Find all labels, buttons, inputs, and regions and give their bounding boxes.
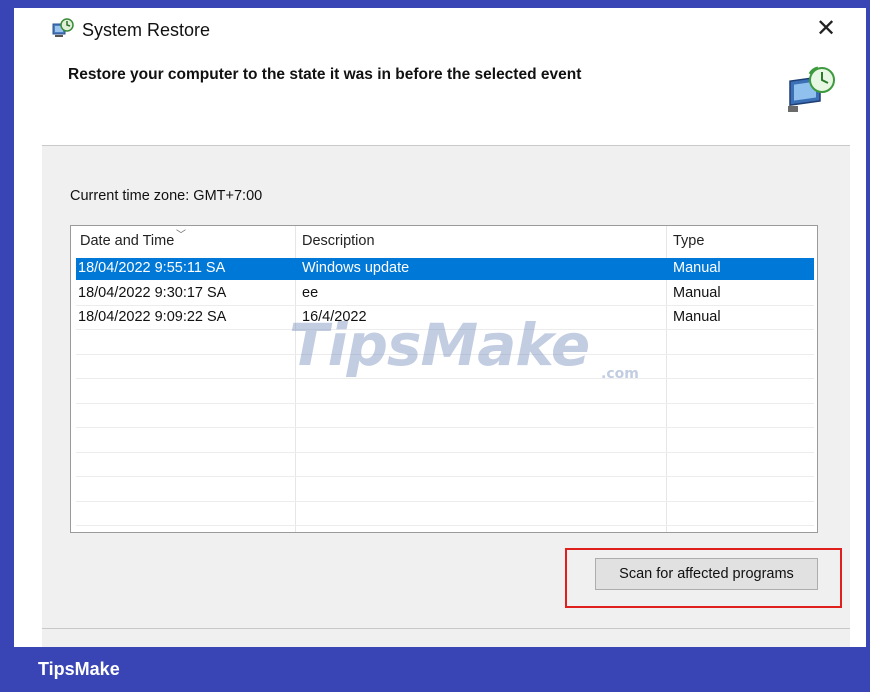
row-type: Manual xyxy=(673,285,721,301)
row-description: Windows update xyxy=(302,260,410,276)
restore-points-panel: Current time zone: GMT+7:00 Date and Tim… xyxy=(42,145,850,647)
column-header-description[interactable]: Description xyxy=(302,233,375,249)
watermark-suffix: .com xyxy=(601,366,639,382)
table-row[interactable]: 18/04/2022 9:55:11 SA Windows update Man… xyxy=(76,258,814,280)
restore-computer-icon xyxy=(788,66,835,112)
row-separator xyxy=(76,501,814,502)
timezone-label: Current time zone: GMT+7:00 xyxy=(70,188,263,204)
row-date: 18/04/2022 9:30:17 SA xyxy=(78,285,227,301)
footer-brand: TipsMake xyxy=(38,659,120,679)
table-row[interactable]: 18/04/2022 9:30:17 SA ee Manual xyxy=(76,283,814,305)
row-date: 18/04/2022 9:55:11 SA xyxy=(78,260,226,276)
row-separator xyxy=(76,305,814,306)
system-restore-window: System Restore ✕ Restore your computer t… xyxy=(14,8,866,647)
column-header-type[interactable]: Type xyxy=(673,233,704,249)
highlight-annotation xyxy=(565,548,842,608)
row-separator xyxy=(76,403,814,404)
row-separator xyxy=(76,525,814,526)
row-separator xyxy=(76,452,814,453)
watermark: TipsMake xyxy=(289,311,590,379)
row-type: Manual xyxy=(673,260,721,276)
frame-right xyxy=(866,0,870,692)
titlebar: System Restore ✕ xyxy=(14,8,866,50)
close-button[interactable]: ✕ xyxy=(814,17,838,42)
row-type: Manual xyxy=(673,309,721,325)
divider xyxy=(42,628,850,629)
restore-points-list[interactable]: Date and Time ﹀ Description Type 18/04/2… xyxy=(70,225,818,533)
frame-left xyxy=(0,0,14,692)
row-date: 18/04/2022 9:09:22 SA xyxy=(78,309,227,325)
sort-descending-icon: ﹀ xyxy=(176,230,186,241)
page-heading: Restore your computer to the state it wa… xyxy=(68,66,582,83)
column-header-date[interactable]: Date and Time xyxy=(80,233,174,249)
system-restore-icon xyxy=(52,18,74,37)
footer-bar: TipsMake xyxy=(0,647,870,692)
frame-top xyxy=(0,0,870,8)
row-separator xyxy=(76,476,814,477)
window-title: System Restore xyxy=(82,20,211,40)
row-separator xyxy=(76,427,814,428)
row-description: ee xyxy=(302,285,319,301)
